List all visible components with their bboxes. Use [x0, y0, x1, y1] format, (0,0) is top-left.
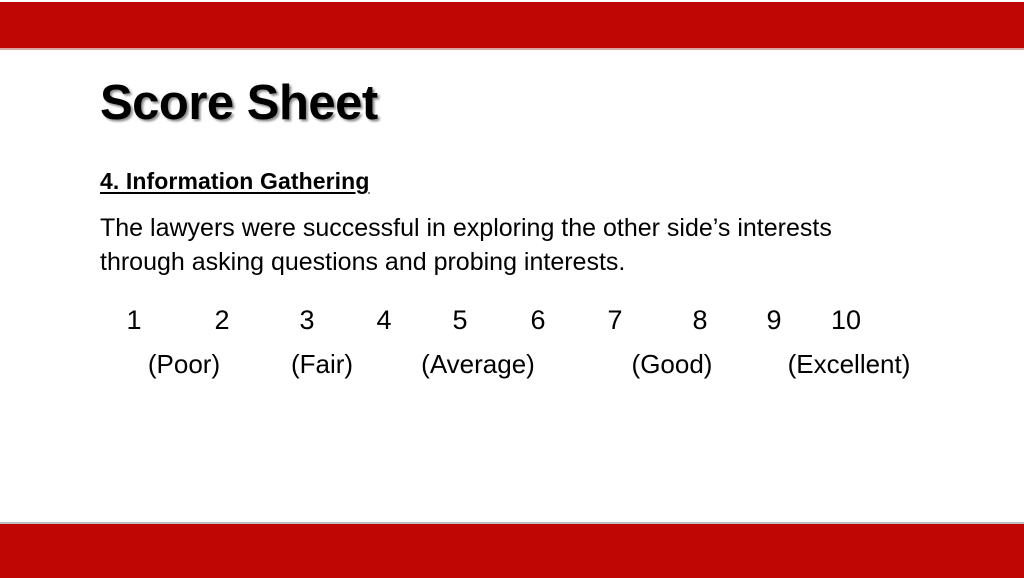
scale-number-6[interactable]: 6 — [530, 305, 545, 336]
scale-label-fair: (Fair) — [290, 349, 354, 379]
scale-number-10[interactable]: 10 — [831, 305, 861, 336]
scale-label-excellent: (Excellent) — [787, 349, 911, 379]
page-title: Score Sheet — [100, 76, 378, 130]
slide-canvas: Score Sheet 4. Information Gathering The… — [0, 0, 1024, 578]
bottom-accent-bar — [0, 522, 1024, 578]
top-accent-bar — [0, 2, 1024, 50]
body-line-1: The lawyers were successful in exploring… — [100, 214, 832, 242]
scale-label-good: (Good) — [631, 349, 713, 379]
scale-number-3[interactable]: 3 — [299, 305, 314, 336]
scale-number-2[interactable]: 2 — [214, 305, 229, 336]
scale-label-poor: (Poor) — [147, 349, 221, 379]
scale-number-7[interactable]: 7 — [607, 305, 622, 336]
rating-scale-labels: (Poor) (Fair) (Average) (Good) (Excellen… — [112, 349, 932, 389]
section-heading: 4. Information Gathering — [100, 168, 370, 194]
scale-number-1[interactable]: 1 — [126, 305, 141, 336]
scale-number-5[interactable]: 5 — [452, 305, 467, 336]
body-line-2: through asking questions and probing int… — [100, 248, 626, 276]
rating-scale-numbers: 1 2 3 4 5 6 7 8 9 10 — [112, 305, 932, 343]
scale-label-average: (Average) — [421, 349, 535, 379]
scale-number-8[interactable]: 8 — [692, 305, 707, 336]
scale-number-9[interactable]: 9 — [766, 305, 781, 336]
body-paragraph: The lawyers were successful in exploring… — [100, 211, 930, 279]
scale-number-4[interactable]: 4 — [376, 305, 391, 336]
rating-scale: 1 2 3 4 5 6 7 8 9 10 (Poor) (Fair) (Aver… — [112, 305, 932, 389]
